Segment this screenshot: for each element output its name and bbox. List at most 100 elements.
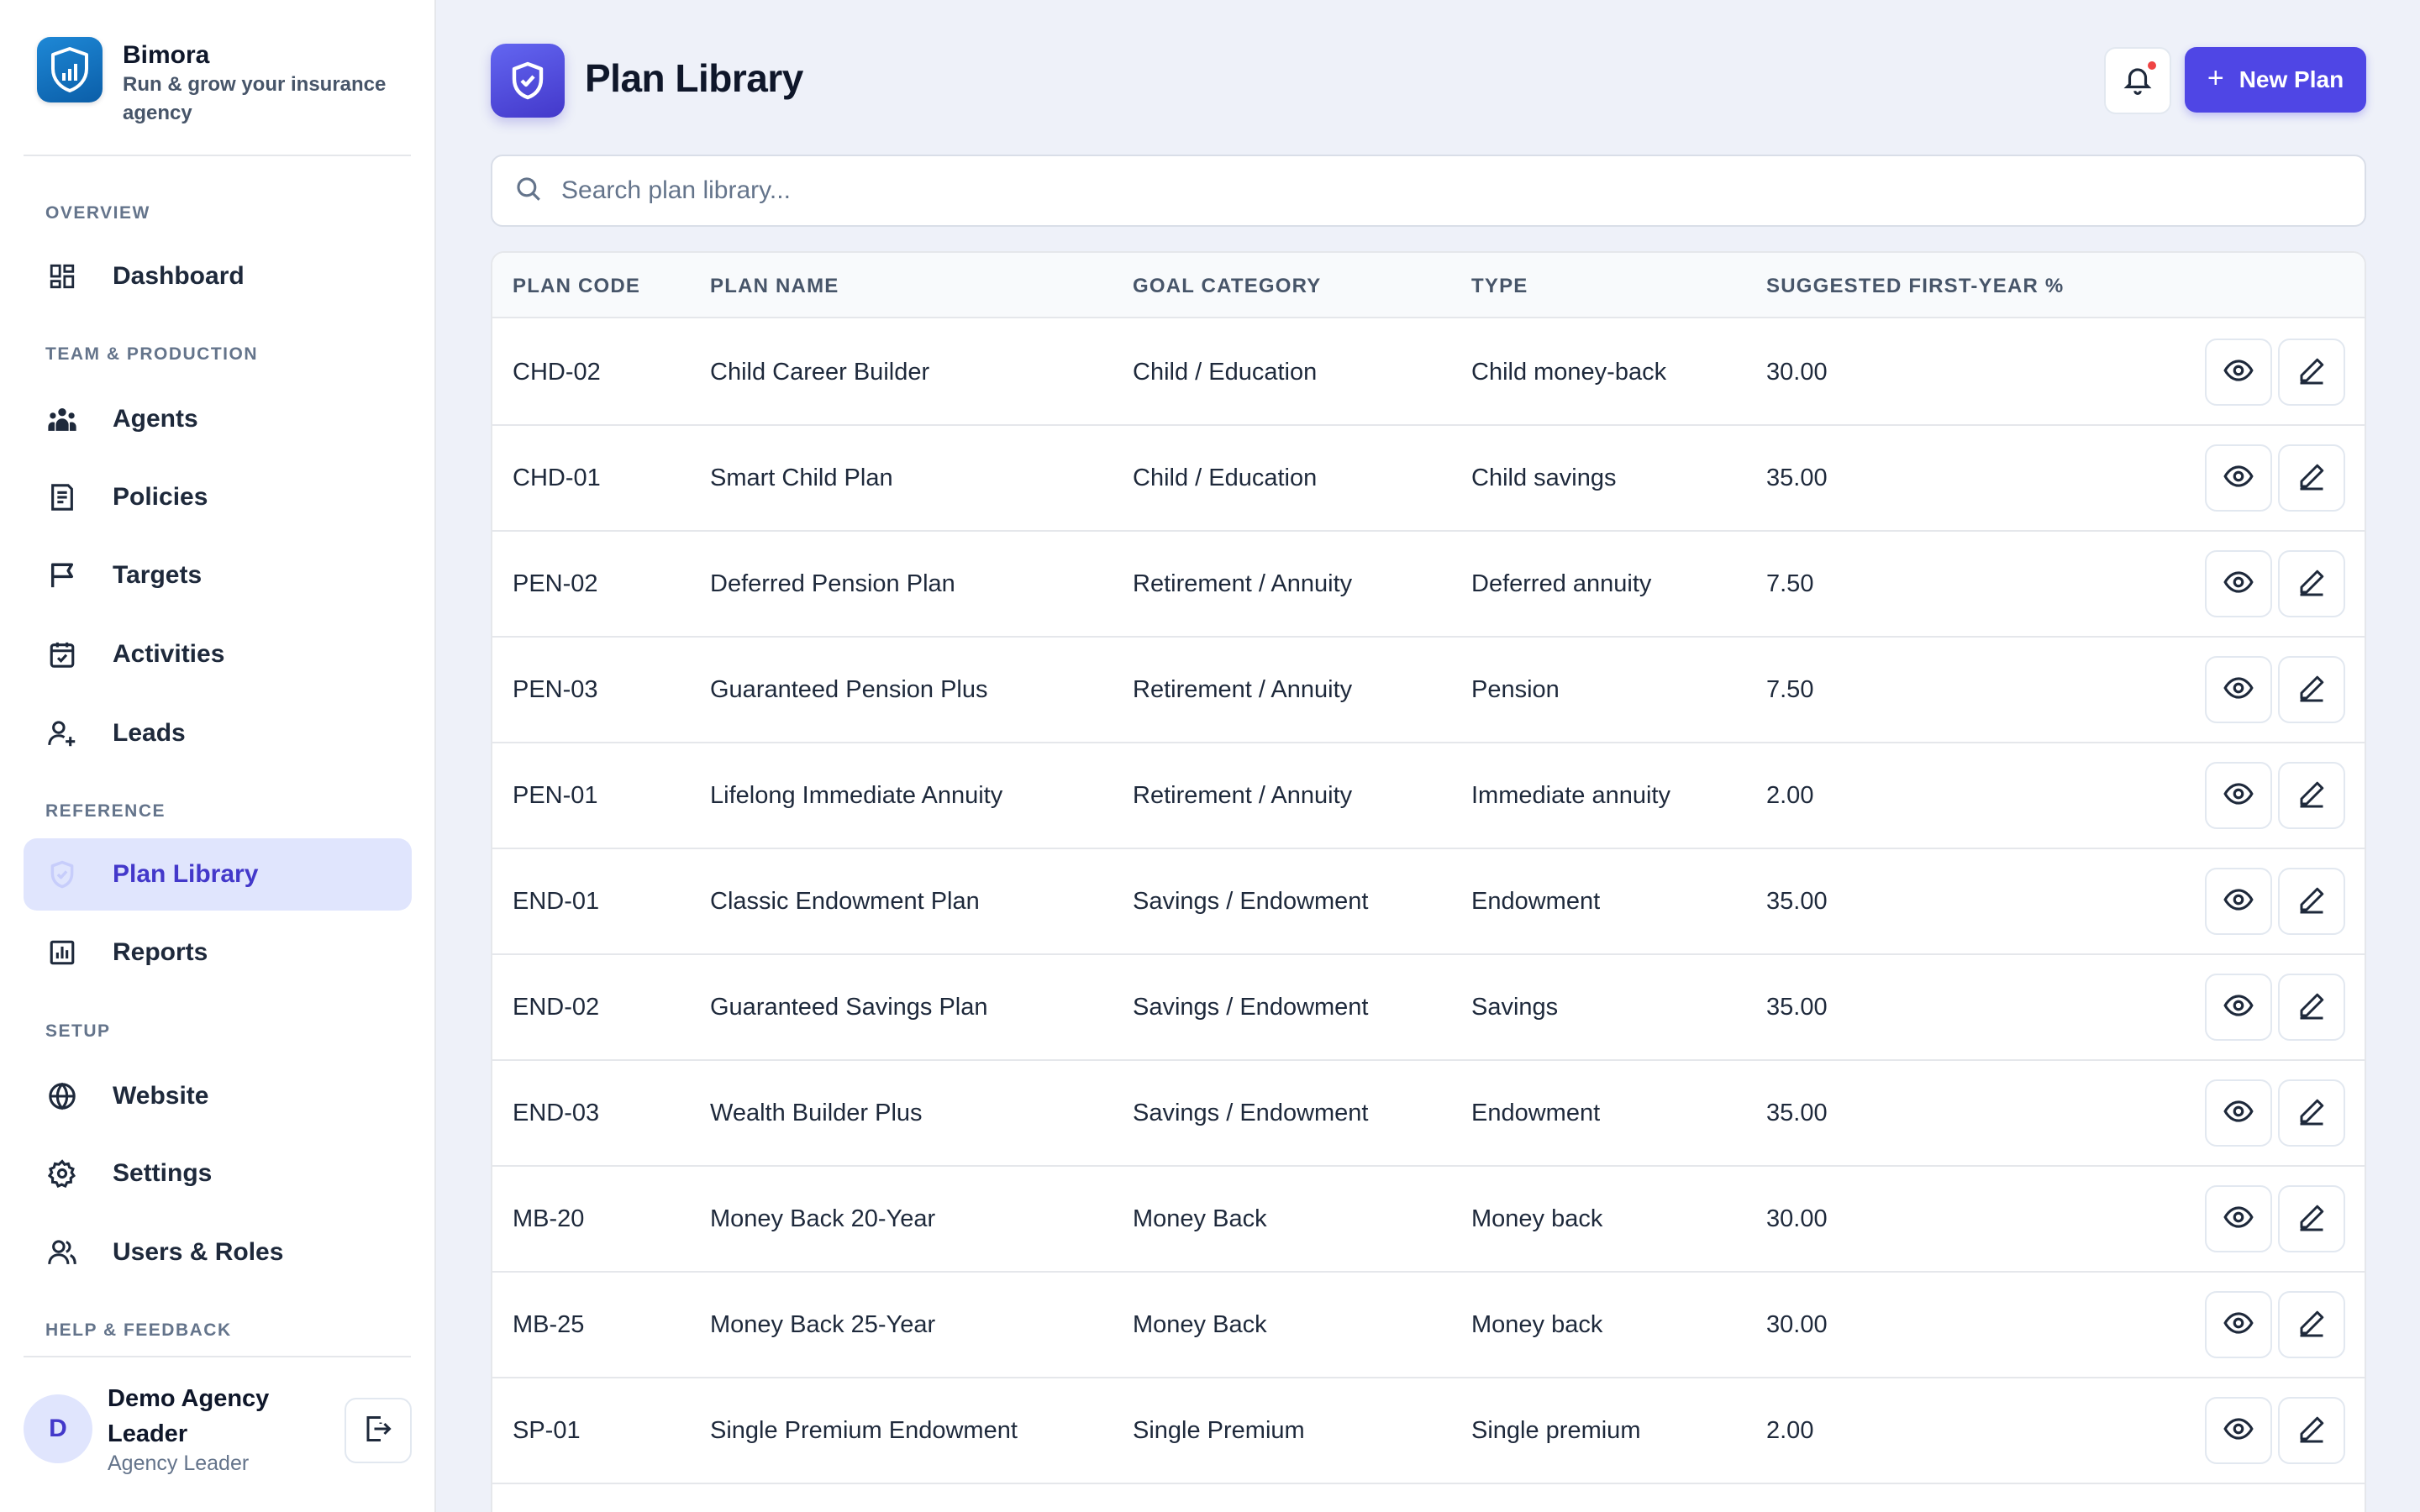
sidebar-item-targets[interactable]: Targets xyxy=(24,539,412,612)
edit-button[interactable] xyxy=(2278,550,2345,617)
sidebar-item-website[interactable]: Website xyxy=(24,1060,412,1132)
view-button[interactable] xyxy=(2205,1291,2272,1358)
table-row[interactable]: PEN-03 Guaranteed Pension Plus Retirement … xyxy=(492,638,2365,743)
column-header-first-year-pct[interactable]: SUGGESTED FIRST-YEAR % xyxy=(1766,275,2064,298)
sidebar-item-activities[interactable]: Activities xyxy=(24,618,412,690)
search-input[interactable] xyxy=(561,176,2242,205)
eye-icon xyxy=(2223,1201,2254,1237)
eye-icon xyxy=(2223,884,2254,920)
view-button[interactable] xyxy=(2205,550,2272,617)
column-header-plan-code[interactable]: PLAN CODE xyxy=(513,275,640,298)
view-button[interactable] xyxy=(2205,444,2272,512)
edit-button[interactable] xyxy=(2278,974,2345,1041)
section-setup: SETUP xyxy=(45,1021,111,1041)
table-row[interactable]: SP-01 Single Premium Endowment Single Prem… xyxy=(492,1378,2365,1484)
edit-button[interactable] xyxy=(2278,868,2345,935)
users-icon xyxy=(45,1236,79,1269)
brand[interactable]: Bimora Run & grow your insurance agency xyxy=(37,37,392,128)
brand-name: Bimora xyxy=(123,41,210,69)
search-icon xyxy=(514,175,543,207)
cell-first-year-pct: 2.00 xyxy=(1766,782,1814,809)
cell-plan-code: MB-20 xyxy=(513,1205,585,1232)
view-button[interactable] xyxy=(2205,974,2272,1041)
table-row[interactable]: END-03 Wealth Builder Plus Savings / Endow… xyxy=(492,1061,2365,1167)
view-button[interactable] xyxy=(2205,762,2272,829)
table-row[interactable]: PEN-01 Lifelong Immediate Annuity Retireme… xyxy=(492,743,2365,849)
pencil-icon xyxy=(2296,355,2327,390)
cell-plan-code: MB-25 xyxy=(513,1311,585,1338)
cell-plan-code: END-02 xyxy=(513,994,600,1021)
page-title: Plan Library xyxy=(585,56,803,100)
cell-goal-category: Single Premium xyxy=(1133,1417,1305,1444)
eye-icon xyxy=(2223,354,2254,391)
sidebar-item-label: Settings xyxy=(113,1159,213,1187)
view-button[interactable] xyxy=(2205,1185,2272,1252)
edit-button[interactable] xyxy=(2278,1291,2345,1358)
edit-button[interactable] xyxy=(2278,762,2345,829)
table-row[interactable]: CHD-01 Smart Child Plan Child / Education C… xyxy=(492,426,2365,532)
cell-first-year-pct: 30.00 xyxy=(1766,359,1828,386)
view-button[interactable] xyxy=(2205,339,2272,406)
cell-first-year-pct: 35.00 xyxy=(1766,994,1828,1021)
user-name: Demo Agency Leader xyxy=(108,1385,270,1447)
edit-button[interactable] xyxy=(2278,1185,2345,1252)
search-bar[interactable] xyxy=(491,155,2366,227)
edit-button[interactable] xyxy=(2278,1397,2345,1464)
new-plan-button[interactable]: + New Plan xyxy=(2185,47,2366,113)
sidebar-item-policies[interactable]: Policies xyxy=(24,461,412,533)
column-header-goal-category[interactable]: GOAL CATEGORY xyxy=(1133,275,1322,298)
eye-icon xyxy=(2223,1307,2254,1343)
cell-type: Child savings xyxy=(1471,465,1617,491)
sidebar-item-leads[interactable]: Leads xyxy=(24,697,412,769)
pencil-icon xyxy=(2296,1096,2327,1131)
cell-first-year-pct: 30.00 xyxy=(1766,1205,1828,1232)
column-header-type[interactable]: TYPE xyxy=(1471,275,1528,298)
sidebar-item-users-roles[interactable]: Users & Roles xyxy=(24,1216,412,1289)
avatar[interactable]: D xyxy=(24,1394,92,1463)
pencil-icon xyxy=(2296,567,2327,601)
plus-icon: + xyxy=(2207,61,2224,94)
sidebar-item-label: Reports xyxy=(113,938,208,966)
table-row[interactable]: MB-20 Money Back 20-Year Money Back Money b… xyxy=(492,1167,2365,1273)
edit-button[interactable] xyxy=(2278,444,2345,512)
document-icon xyxy=(45,480,79,514)
table-row[interactable]: END-01 Classic Endowment Plan Savings / En… xyxy=(492,849,2365,955)
notifications-button[interactable] xyxy=(2104,47,2171,114)
sidebar-item-dashboard[interactable]: Dashboard xyxy=(24,240,412,312)
table-row[interactable]: PEN-02 Deferred Pension Plan Retirement / … xyxy=(492,532,2365,638)
logout-button[interactable] xyxy=(345,1398,412,1463)
sidebar-item-agents[interactable]: Agents xyxy=(24,383,412,455)
table-row[interactable]: MB-25 Money Back 25-Year Money Back Money b… xyxy=(492,1273,2365,1378)
sidebar-item-plan-library[interactable]: Plan Library xyxy=(24,838,412,911)
cell-plan-code: END-01 xyxy=(513,888,600,915)
section-reference: REFERENCE xyxy=(45,801,166,821)
sidebar-item-settings[interactable]: Settings xyxy=(24,1137,412,1210)
gear-icon xyxy=(45,1157,79,1190)
calendar-icon xyxy=(45,638,79,671)
view-button[interactable] xyxy=(2205,1397,2272,1464)
globe-icon xyxy=(45,1079,79,1113)
bar-chart-icon xyxy=(45,936,79,969)
column-header-plan-name[interactable]: PLAN NAME xyxy=(710,275,839,298)
edit-button[interactable] xyxy=(2278,339,2345,406)
flag-icon xyxy=(45,559,79,592)
dashboard-icon xyxy=(45,260,79,293)
shield-check-icon xyxy=(45,858,79,891)
team-icon xyxy=(45,402,79,436)
view-button[interactable] xyxy=(2205,868,2272,935)
cell-goal-category: Savings / Endowment xyxy=(1133,1100,1369,1126)
sidebar-item-label: Users & Roles xyxy=(113,1238,284,1266)
main-content: Plan Library + New Plan PLAN CODE PLAN N… xyxy=(436,0,2420,1512)
cell-plan-name: Child Career Builder xyxy=(710,359,930,386)
cell-goal-category: Savings / Endowment xyxy=(1133,888,1369,915)
table-row[interactable]: END-02 Guaranteed Savings Plan Savings / E… xyxy=(492,955,2365,1061)
cell-plan-name: Money Back 20-Year xyxy=(710,1205,936,1232)
sidebar-item-reports[interactable]: Reports xyxy=(24,916,412,989)
cell-plan-code: SP-01 xyxy=(513,1417,581,1444)
view-button[interactable] xyxy=(2205,656,2272,723)
view-button[interactable] xyxy=(2205,1079,2272,1147)
section-help-feedback[interactable]: HELP & FEEDBACK xyxy=(45,1320,232,1341)
edit-button[interactable] xyxy=(2278,1079,2345,1147)
table-row[interactable]: CHD-02 Child Career Builder Child / Educat… xyxy=(492,320,2365,426)
edit-button[interactable] xyxy=(2278,656,2345,723)
